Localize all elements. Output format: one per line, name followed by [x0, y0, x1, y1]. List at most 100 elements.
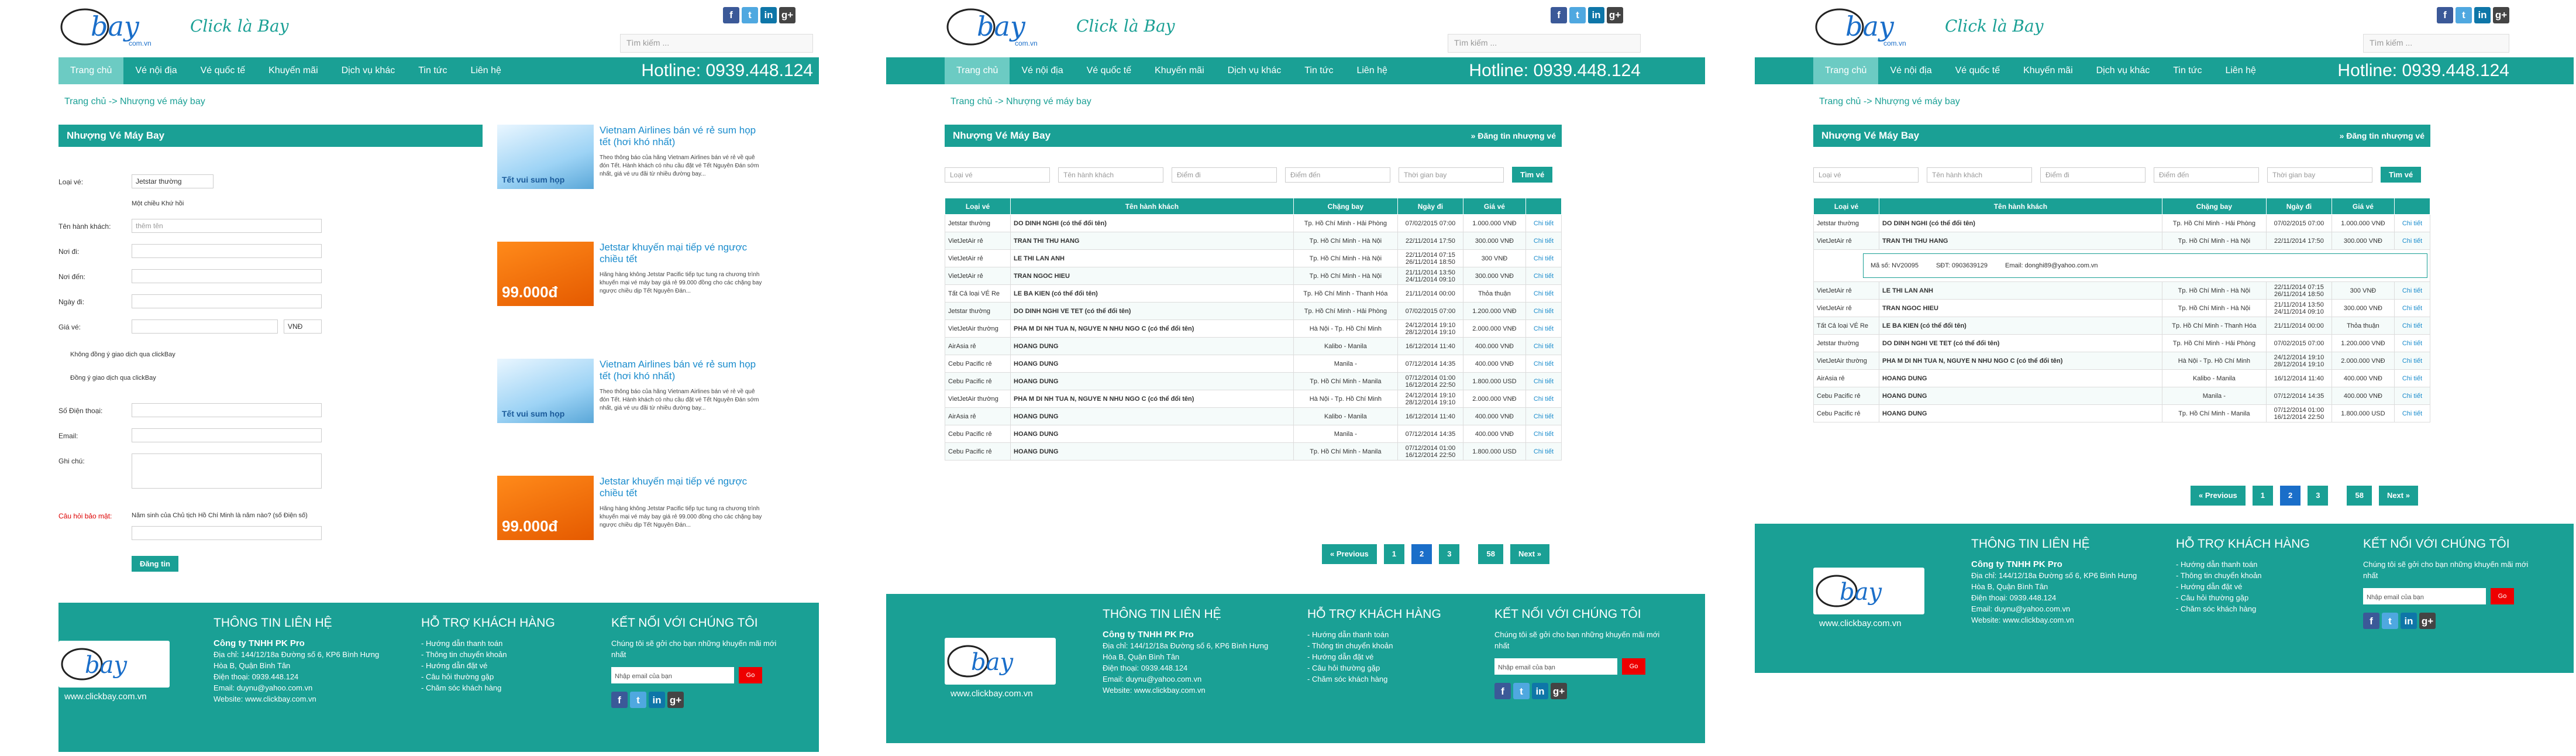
table-row[interactable]: VietJetAir thường PHA M DI NH TUA N, NGUY…: [1813, 352, 2431, 370]
detail-link[interactable]: Chi tiết: [1525, 214, 1562, 232]
support-link[interactable]: - Câu hỏi thường gặp: [421, 671, 573, 682]
site-logo[interactable]: bay com.vn: [1813, 4, 1948, 50]
googleplus-icon[interactable]: g+: [2419, 613, 2436, 629]
article-image[interactable]: Tết vui sum họp: [497, 359, 594, 423]
pager-page-3[interactable]: 3: [1439, 544, 1460, 564]
table-row[interactable]: VietJetAir rẻ LE THI LAN ANH Tp. Hồ Chí Mi…: [944, 249, 1562, 267]
newsletter-email-input[interactable]: Nhập email của bạn: [611, 667, 734, 683]
detail-link[interactable]: Chi tiết: [2394, 334, 2431, 352]
nav-contact[interactable]: Liên hệ: [2213, 57, 2268, 84]
footer-url[interactable]: www.clickbay.com.vn: [950, 689, 1033, 699]
pager-page-1[interactable]: 1: [1383, 544, 1404, 564]
footer-url[interactable]: www.clickbay.com.vn: [64, 692, 147, 702]
detail-link[interactable]: Chi tiết: [1525, 390, 1562, 408]
option-clickbay[interactable]: Đồng ý giao dịch qua clickBay: [70, 374, 156, 382]
table-row[interactable]: Jetstar thường DO DINH NGHI (có thể đổi t…: [944, 214, 1562, 232]
nav-news[interactable]: Tin tức: [1293, 57, 1345, 84]
support-link[interactable]: - Hướng dẫn thanh toán: [421, 638, 573, 649]
search-ticket-button[interactable]: Tìm vé: [2381, 167, 2422, 183]
ticket-type-select[interactable]: Jetstar thường: [132, 174, 213, 188]
facebook-icon[interactable]: f: [723, 7, 739, 23]
table-row[interactable]: Cebu Pacific rẻ HOANG DUNG Tp. Hồ Chí Minh…: [1813, 404, 2431, 422]
support-link[interactable]: - Thông tin chuyển khoản: [1307, 640, 1459, 651]
pager-previous[interactable]: « Previous: [2191, 486, 2246, 506]
phone-field[interactable]: [132, 403, 322, 417]
detail-link[interactable]: Chi tiết: [1525, 249, 1562, 267]
facebook-icon[interactable]: f: [1494, 683, 1511, 699]
nav-home[interactable]: Trang chủ: [1813, 57, 1879, 84]
filter-date[interactable]: Thời gian bay: [1399, 167, 1504, 183]
table-row[interactable]: VietJetAir thường PHA M DI NH TUA N, NGUY…: [944, 319, 1562, 338]
detail-link[interactable]: Chi tiết: [1525, 425, 1562, 443]
detail-link[interactable]: Chi tiết: [1525, 302, 1562, 320]
table-row[interactable]: Jetstar thường DO DINH NGHI VE TET (có th…: [944, 302, 1562, 320]
pager-page-3[interactable]: 3: [2308, 486, 2329, 506]
twitter-icon[interactable]: t: [1569, 7, 1586, 23]
table-row[interactable]: Cebu Pacific rẻ HOANG DUNG Tp. Hồ Chí Minh…: [944, 372, 1562, 390]
search-input[interactable]: Tìm kiếm ...: [2363, 34, 2509, 53]
article-item[interactable]: 99.000đ Jetstar khuyến mại tiếp vé ngược…: [497, 242, 766, 344]
support-link[interactable]: - Câu hỏi thường gặp: [2176, 592, 2328, 603]
passenger-name-field[interactable]: thêm tên: [132, 219, 322, 233]
googleplus-icon[interactable]: g+: [779, 7, 795, 23]
support-link[interactable]: - Chăm sóc khách hàng: [2176, 603, 2328, 614]
article-title[interactable]: Vietnam Airlines bán vé rẻ sum họp tết (…: [600, 125, 766, 148]
newsletter-email-input[interactable]: Nhập email của bạn: [2363, 588, 2486, 604]
nav-promotions[interactable]: Khuyến mãi: [257, 57, 330, 84]
table-row[interactable]: Tất Cả loại VÉ Re LE BA KIEN (có thể đổi …: [1813, 317, 2431, 335]
table-row[interactable]: AirAsia rẻ HOANG DUNG Kalibo - Manila 16/12…: [944, 407, 1562, 425]
detail-link[interactable]: Chi tiết: [1525, 372, 1562, 390]
support-link[interactable]: - Hướng dẫn đặt vé: [1307, 651, 1459, 662]
table-row[interactable]: VietJetAir thường PHA M DI NH TUA N, NGUY…: [944, 390, 1562, 408]
note-field[interactable]: [132, 453, 322, 489]
detail-link[interactable]: Chi tiết: [1525, 319, 1562, 338]
googleplus-icon[interactable]: g+: [2493, 7, 2509, 23]
filter-passenger[interactable]: Tên hành khách: [1927, 167, 2032, 183]
detail-link[interactable]: Chi tiết: [1525, 337, 1562, 355]
table-row[interactable]: VietJetAir rẻ TRAN THI THU HANG Tp. Hồ Chí…: [1813, 232, 2431, 250]
googleplus-icon[interactable]: g+: [1607, 7, 1623, 23]
origin-field[interactable]: [132, 244, 322, 258]
submit-button[interactable]: Đăng tin: [132, 556, 178, 572]
detail-link[interactable]: Chi tiết: [2394, 232, 2431, 250]
option-no-clickbay[interactable]: Không đồng ý giao dịch qua clickBay: [70, 351, 175, 358]
filter-destination[interactable]: Điểm đến: [2154, 167, 2259, 183]
detail-link[interactable]: Chi tiết: [2394, 299, 2431, 317]
article-image[interactable]: 99.000đ: [497, 242, 594, 306]
table-row[interactable]: Cebu Pacific rẻ HOANG DUNG Manila -07/12/2…: [1813, 387, 2431, 405]
newsletter-email-input[interactable]: Nhập email của bạn: [1494, 658, 1617, 675]
support-link[interactable]: - Thông tin chuyển khoản: [421, 649, 573, 660]
googleplus-icon[interactable]: g+: [1551, 683, 1567, 699]
nav-home[interactable]: Trang chủ: [945, 57, 1010, 84]
detail-link[interactable]: Chi tiết: [1525, 442, 1562, 461]
facebook-icon[interactable]: f: [1551, 7, 1567, 23]
pager-previous[interactable]: « Previous: [1322, 544, 1377, 564]
support-link[interactable]: - Hướng dẫn thanh toán: [2176, 559, 2328, 570]
filter-ticket-type[interactable]: Loại vé: [945, 167, 1050, 183]
newsletter-go-button[interactable]: Go: [1622, 658, 1645, 675]
filter-passenger[interactable]: Tên hành khách: [1058, 167, 1163, 183]
linkedin-icon[interactable]: in: [2401, 613, 2417, 629]
trip-type-radios[interactable]: Một chiều Khứ hồi: [132, 200, 184, 207]
nav-international[interactable]: Vé quốc tế: [1944, 57, 2012, 84]
price-field[interactable]: [132, 319, 278, 334]
pager-page-2[interactable]: 2: [1411, 544, 1432, 564]
nav-services[interactable]: Dịch vụ khác: [1216, 57, 1293, 84]
table-row[interactable]: Tất Cả loại VÉ Re LE BA KIEN (có thể đổi …: [944, 284, 1562, 303]
newsletter-go-button[interactable]: Go: [739, 667, 762, 683]
currency-select[interactable]: VNĐ: [284, 319, 322, 334]
detail-link[interactable]: Chi tiết: [2394, 214, 2431, 232]
detail-link[interactable]: Chi tiết: [2394, 369, 2431, 387]
nav-news[interactable]: Tin tức: [407, 57, 459, 84]
departure-date-field[interactable]: [132, 294, 322, 308]
site-logo[interactable]: bay com.vn: [58, 4, 193, 50]
table-row[interactable]: AirAsia rẻ HOANG DUNG Kalibo - Manila 16/12…: [944, 337, 1562, 355]
breadcrumb[interactable]: Trang chủ -> Nhượng vé máy bay: [950, 97, 1091, 107]
linkedin-icon[interactable]: in: [1588, 7, 1604, 23]
nav-contact[interactable]: Liên hệ: [459, 57, 513, 84]
table-row[interactable]: Cebu Pacific rẻ HOANG DUNG Tp. Hồ Chí Minh…: [944, 442, 1562, 461]
article-item[interactable]: 99.000đ Jetstar khuyến mại tiếp vé ngược…: [497, 476, 766, 578]
table-row[interactable]: Jetstar thường DO DINH NGHI VE TET (có th…: [1813, 334, 2431, 352]
newsletter-go-button[interactable]: Go: [2491, 588, 2514, 604]
detail-link[interactable]: Chi tiết: [2394, 352, 2431, 370]
